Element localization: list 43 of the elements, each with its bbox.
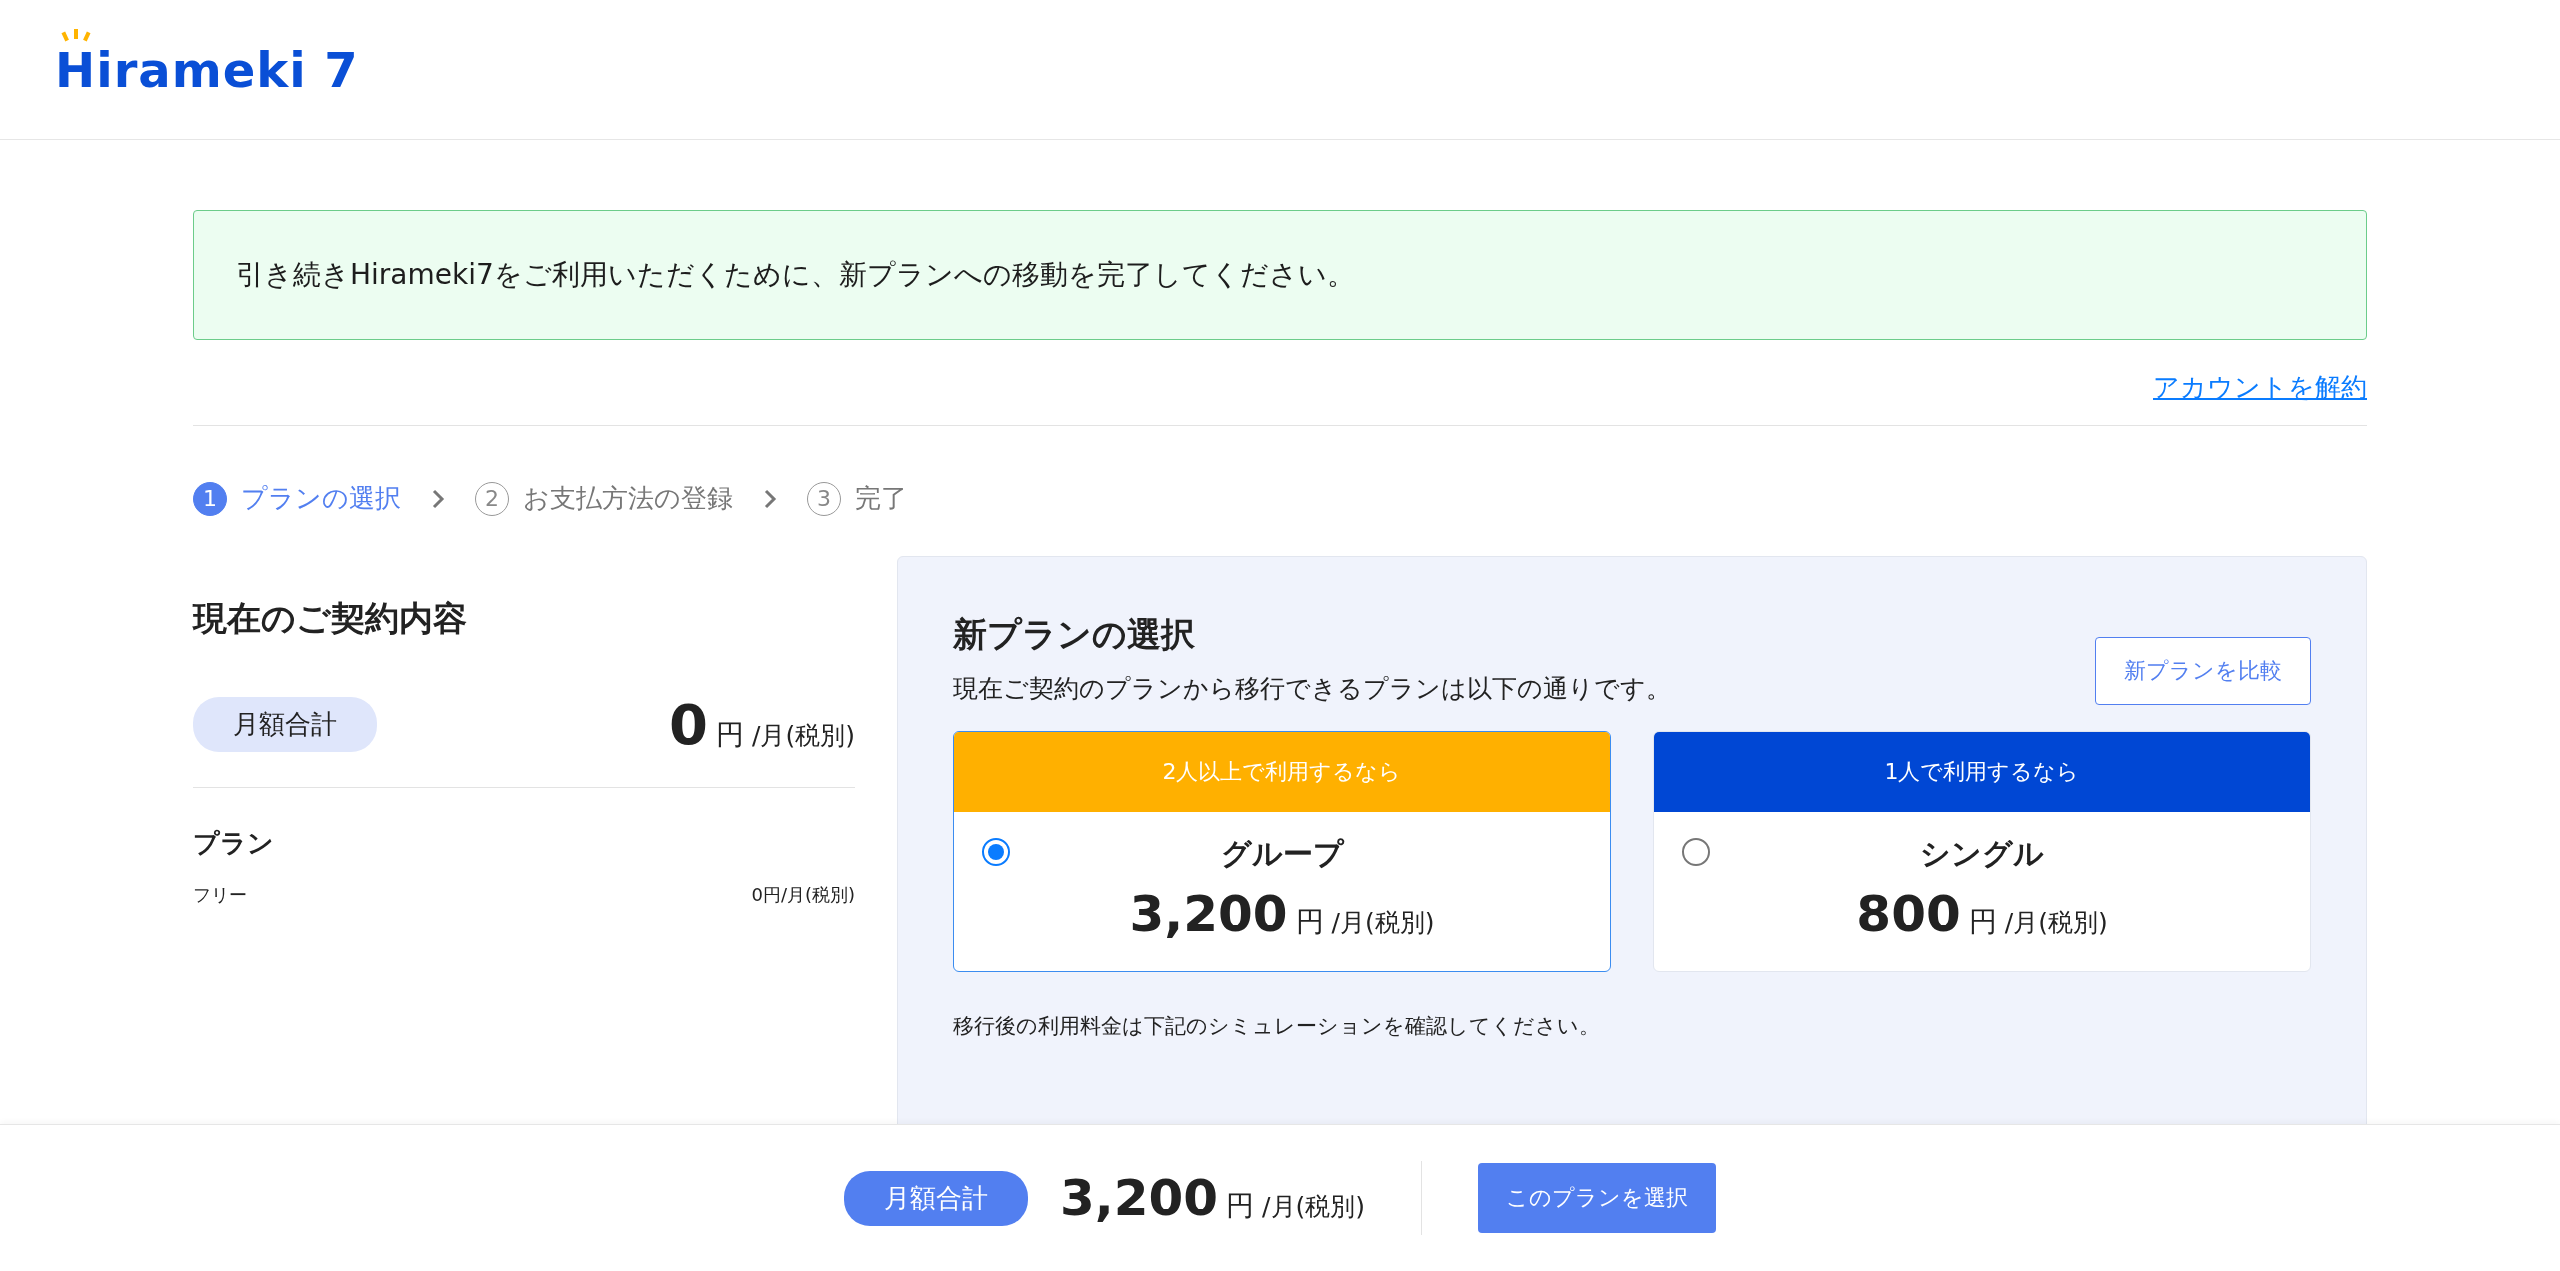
currency-unit: 円 <box>716 717 745 753</box>
logo-rays-icon <box>61 27 91 42</box>
radio-button[interactable] <box>982 838 1010 866</box>
section-title: 現在のご契約内容 <box>193 597 468 640</box>
plan-name: フリー <box>193 883 247 907</box>
note-text: 移行後の利用料金は下記のシミュレーションを確認してください。 <box>953 1013 1601 1040</box>
amount: 0 <box>669 692 709 757</box>
plan-heading: プラン <box>193 827 275 860</box>
step-number: 1 <box>193 481 227 516</box>
step-number: 3 <box>807 481 841 516</box>
currency-unit: 円 <box>1295 904 1324 940</box>
total-label: 月額合計 <box>843 1170 1028 1226</box>
period-text: /月(税別) <box>752 720 855 752</box>
amount: 3,200 <box>1059 1169 1219 1227</box>
period-text: /月(税別) <box>1331 907 1435 939</box>
section-title: 新プランの選択 <box>953 613 1196 656</box>
chevron-right-icon <box>763 487 777 510</box>
notice-banner: 引き続きHirameki7をご利用いただくために、新プランへの移動を完了してください。 <box>193 210 2367 340</box>
plan-card[interactable]: 2人以上で利用するなら グループ 3,200 円 /月(税別) <box>953 731 1611 972</box>
cancel-account-link[interactable]: アカウントを解約 <box>2153 370 2367 405</box>
step-label: 完了 <box>855 482 907 515</box>
chevron-right-icon <box>431 487 445 510</box>
currency-unit: 円 <box>1968 904 1997 940</box>
plan-card[interactable]: 1人で利用するなら シングル 800 円 /月(税別) <box>1653 731 2311 972</box>
step-number: 2 <box>475 481 509 516</box>
plan-card-header: 1人で利用するなら <box>1654 732 2310 812</box>
step-label: お支払方法の登録 <box>523 482 733 515</box>
plan-name: グループ <box>1220 835 1344 873</box>
select-plan-button[interactable]: このプランを選択 <box>1478 1163 1717 1233</box>
compare-plans-button[interactable]: 新プランを比較 <box>2095 637 2311 705</box>
plan-name: シングル <box>1920 835 2044 873</box>
period-text: /月(税別) <box>2004 907 2108 939</box>
radio-button[interactable] <box>1682 838 1710 866</box>
period-text: /月(税別) <box>1262 1191 1366 1223</box>
total-label: 月額合計 <box>193 697 377 752</box>
amount: 800 <box>1856 885 1961 943</box>
plan-price: 0円/月(税別) <box>751 883 855 907</box>
subtitle: 現在ご契約のプランから移行できるプランは以下の通りです。 <box>953 673 1671 705</box>
logo[interactable]: Hirameki 7 <box>55 41 359 98</box>
currency-unit: 円 <box>1226 1188 1255 1224</box>
step-label: プランの選択 <box>241 482 401 515</box>
plan-card-header: 2人以上で利用するなら <box>954 732 1610 812</box>
amount: 3,200 <box>1129 885 1288 943</box>
